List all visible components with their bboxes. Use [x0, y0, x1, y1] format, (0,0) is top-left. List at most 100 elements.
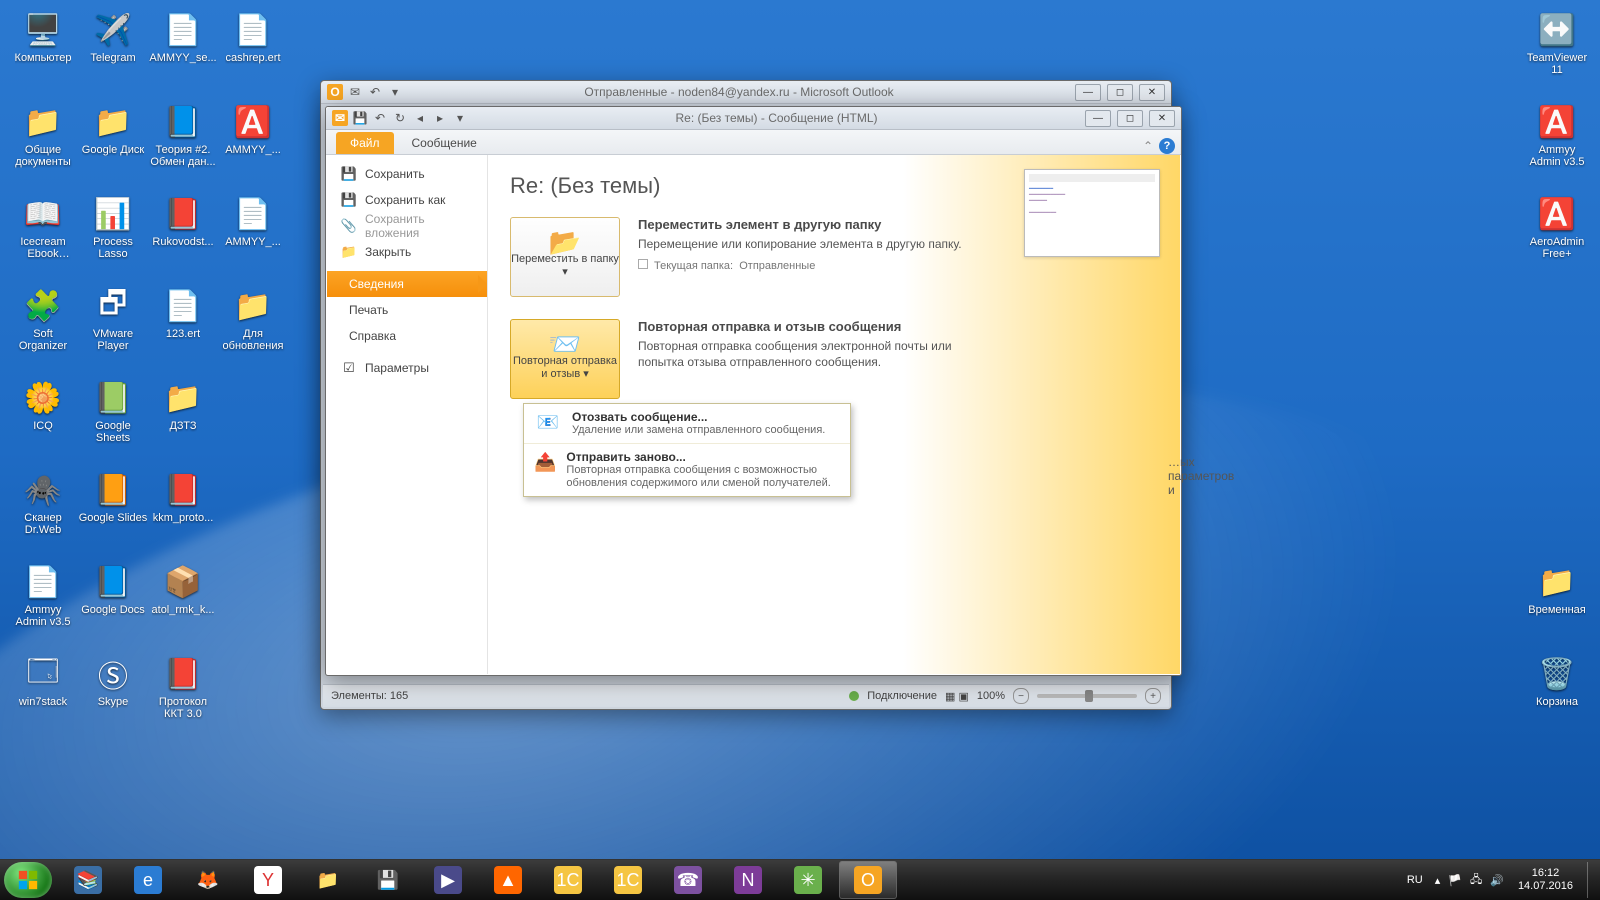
taskbar-vlc[interactable]: ▲ [480, 862, 536, 898]
outlook-titlebar[interactable]: O ✉ ↶ ▾ Отправленные - noden84@yandex.ru… [321, 81, 1171, 104]
desktop-icon[interactable]: 📗Google Sheets [78, 376, 148, 468]
desktop-icon[interactable]: 🕷️Сканер Dr.Web [8, 468, 78, 560]
view-switch-icon[interactable]: ▦ ▣ [945, 690, 969, 703]
desktop-icon[interactable]: 📦atol_rmk_k... [148, 560, 218, 652]
taskbar-viber[interactable]: ☎ [660, 862, 716, 898]
qat-undo2-icon[interactable]: ↶ [372, 110, 388, 126]
zoom-in-button[interactable]: + [1145, 688, 1161, 704]
tray-flag-icon[interactable]: 🏳️ [1448, 874, 1462, 887]
tab-message[interactable]: Сообщение [398, 132, 491, 154]
desktop-icon[interactable]: 📁Google Диск [78, 100, 148, 192]
message-preview-thumbnail[interactable]: ━━━━━━━━ ━━━━━━━━━━━━ ━━━━━━ ━━━━━━━━━ [1024, 169, 1160, 257]
taskbar-outlook[interactable]: O [840, 862, 896, 898]
msg-close-button[interactable]: ✕ [1149, 110, 1175, 127]
taskbar-1c-a[interactable]: 1С [540, 862, 596, 898]
tab-file[interactable]: Файл [336, 132, 394, 154]
side-print[interactable]: Печать [327, 297, 487, 323]
side-close[interactable]: 📁Закрыть [327, 239, 487, 265]
taskbar-firefox[interactable]: 🦊 [180, 862, 236, 898]
menu-recall-message[interactable]: 📧 Отозвать сообщение...Удаление или заме… [524, 404, 850, 444]
qat-next-icon[interactable]: ▸ [432, 110, 448, 126]
desktop-icon[interactable]: 🅰️AMMYY_... [218, 100, 288, 192]
zoom-slider[interactable] [1037, 694, 1137, 698]
message-titlebar[interactable]: ✉ 💾 ↶ ↻ ◂ ▸ ▾ Re: (Без темы) - Сообщение… [326, 107, 1181, 130]
side-options[interactable]: ☑Параметры [327, 355, 487, 381]
close-button[interactable]: ✕ [1139, 84, 1165, 101]
start-button[interactable] [4, 862, 52, 898]
taskbar-yandex[interactable]: Y [240, 862, 296, 898]
desktop-icon[interactable]: 🌼ICQ [8, 376, 78, 468]
desktop-icon[interactable]: 📕Протокол ККТ 3.0 [148, 652, 218, 744]
taskbar-icq[interactable]: ✳ [780, 862, 836, 898]
maximize-button[interactable]: ◻ [1107, 84, 1133, 101]
taskbar-1c-b[interactable]: 1С [600, 862, 656, 898]
desktop-icon[interactable]: 📕kkm_proto... [148, 468, 218, 560]
file-icon: ↔️ [1533, 8, 1581, 52]
resend-recall-button[interactable]: 📨 Повторная отправка и отзыв ▾ [510, 319, 620, 399]
qat-more-icon[interactable]: ▾ [387, 84, 403, 100]
file-icon: 📦 [159, 560, 207, 604]
desktop-icon[interactable]: 📄123.ert [148, 284, 218, 376]
ribbon-collapse-icon[interactable]: ⌃ [1143, 139, 1153, 153]
desktop-icon[interactable]: 📁Временная [1522, 560, 1592, 652]
desktop-icon[interactable]: 🧩Soft Organizer [8, 284, 78, 376]
icon-label: ICQ [33, 420, 53, 432]
side-help[interactable]: Справка [327, 323, 487, 349]
desktop-icon[interactable]: ⓈSkype [78, 652, 148, 744]
desktop-icon[interactable]: 🗔win7stack [8, 652, 78, 744]
side-save[interactable]: 💾Сохранить [327, 161, 487, 187]
msg-maximize-button[interactable]: ◻ [1117, 110, 1143, 127]
zoom-out-button[interactable]: − [1013, 688, 1029, 704]
menu-send-again[interactable]: 📤 Отправить заново...Повторная отправка … [524, 444, 850, 496]
desktop-icon[interactable]: 📖Icecream Ebook Reader [8, 192, 78, 284]
tray-network-icon[interactable]: 🖧 [1470, 871, 1482, 890]
desktop-icon[interactable]: 📘Google Docs [78, 560, 148, 652]
desktop-icon[interactable]: 📁ДЗТЗ [148, 376, 218, 468]
desktop-icon[interactable]: 🗗VMware Player [78, 284, 148, 376]
desktop-icon[interactable]: 📄AMMYY_... [218, 192, 288, 284]
desktop-icon[interactable]: 📕Rukovodst... [148, 192, 218, 284]
desktop-icon[interactable]: 📙Google Slides [78, 468, 148, 560]
message-window: ✉ 💾 ↶ ↻ ◂ ▸ ▾ Re: (Без темы) - Сообщение… [325, 106, 1182, 676]
desktop-icon[interactable]: 📁Для обновления [218, 284, 288, 376]
taskbar-libraries[interactable]: 📚 [60, 862, 116, 898]
side-saveas[interactable]: 💾Сохранить как [327, 187, 487, 213]
qat-redo-icon[interactable]: ↻ [392, 110, 408, 126]
desktop-icon[interactable]: ✈️Telegram [78, 8, 148, 100]
taskbar-media[interactable]: ▶ [420, 862, 476, 898]
tray-clock[interactable]: 16:12 14.07.2016 [1512, 867, 1579, 893]
qat-more2-icon[interactable]: ▾ [452, 110, 468, 126]
icq-icon: ✳ [794, 866, 822, 894]
desktop-icon[interactable]: 📄Ammyy Admin v3.5 [8, 560, 78, 652]
taskbar-onenote[interactable]: N [720, 862, 776, 898]
qat-save-icon[interactable]: 💾 [352, 110, 368, 126]
show-desktop-button[interactable] [1587, 862, 1596, 898]
taskbar-ie[interactable]: e [120, 862, 176, 898]
desktop-icon[interactable]: 📘Теория #2. Обмен дан... [148, 100, 218, 192]
desktop-icon[interactable]: 📄cashrep.ert [218, 8, 288, 100]
icon-label: Теория #2. Обмен дан... [148, 144, 218, 168]
minimize-button[interactable]: — [1075, 84, 1101, 101]
desktop-icon[interactable]: 📁Общие документы [8, 100, 78, 192]
qat-undo-icon[interactable]: ↶ [367, 84, 383, 100]
desktop-icon[interactable]: 🖥️Компьютер [8, 8, 78, 100]
qat-prev-icon[interactable]: ◂ [412, 110, 428, 126]
desktop-icon[interactable]: 🗑️Корзина [1522, 652, 1592, 744]
move-desc: Перемещение или копирование элемента в д… [638, 236, 962, 252]
qat-send-receive-icon[interactable]: ✉ [347, 84, 363, 100]
file-icon: 📁 [19, 100, 67, 144]
tray-chevron-icon[interactable]: ▴ [1435, 874, 1441, 887]
desktop-icon[interactable]: 📊Process Lasso [78, 192, 148, 284]
desktop-icon[interactable]: 📄AMMYY_se... [148, 8, 218, 100]
desktop-icon[interactable]: ↔️TeamViewer 11 [1522, 8, 1592, 100]
taskbar-explorer[interactable]: 📁 [300, 862, 356, 898]
tray-volume-icon[interactable]: 🔊 [1490, 874, 1504, 887]
move-to-folder-button[interactable]: 📂 Переместить в папку ▾ [510, 217, 620, 297]
help-icon[interactable]: ? [1159, 138, 1175, 154]
desktop-icon[interactable]: 🅰️Ammyy Admin v3.5 [1522, 100, 1592, 192]
side-info[interactable]: Сведения [327, 271, 487, 297]
desktop-icon[interactable]: 🅰️AeroAdmin Free+ [1522, 192, 1592, 284]
taskbar-save[interactable]: 💾 [360, 862, 416, 898]
language-indicator[interactable]: RU [1403, 872, 1427, 888]
msg-minimize-button[interactable]: — [1085, 110, 1111, 127]
